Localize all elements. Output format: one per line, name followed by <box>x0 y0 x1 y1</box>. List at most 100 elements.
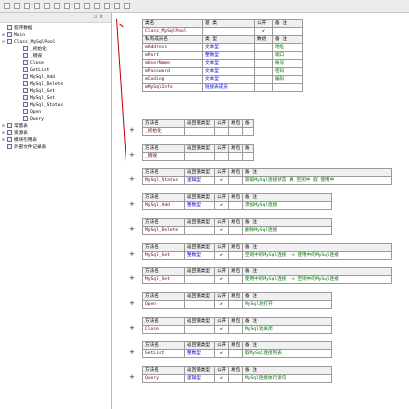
method-name-cell[interactable]: Query <box>142 374 185 383</box>
method-note-cell[interactable] <box>242 127 254 136</box>
add-param-icon[interactable]: + <box>129 226 135 233</box>
tree-node[interactable]: ⊞ Main <box>2 32 25 39</box>
method-name-cell[interactable]: MySql_Set <box>142 275 185 284</box>
var-note-cell[interactable]: 编码 <box>272 75 303 84</box>
method-return-type-cell[interactable]: 整数型 <box>184 201 215 210</box>
method-public-check[interactable]: ✔ <box>214 374 229 383</box>
tree-node[interactable]: Open <box>18 109 41 116</box>
var-row[interactable]: mPort 整数型 端口 <box>142 51 303 60</box>
var-array-cell[interactable] <box>254 59 273 68</box>
add-param-icon[interactable]: + <box>129 325 135 332</box>
method-row[interactable]: MySql_Status 逻辑型 ✔ 获取MySql连接状态 真 空闲中 假 使用中 <box>142 176 392 185</box>
tree-node[interactable]: _销毁 <box>18 53 42 60</box>
method-return-type-cell[interactable]: 逻辑型 <box>184 176 215 185</box>
bookmark-icon[interactable] <box>84 3 90 9</box>
add-param-icon[interactable]: + <box>129 152 135 159</box>
tree-node[interactable]: ⊞ 模块引用表 <box>2 137 37 144</box>
method-public-check[interactable]: ✔ <box>214 325 229 334</box>
tree-node[interactable]: MySql_Set <box>18 95 55 102</box>
add-param-icon[interactable]: + <box>129 201 135 208</box>
method-public-check[interactable]: ✔ <box>214 275 229 284</box>
method-name-cell[interactable]: MySql_Add <box>142 201 185 210</box>
add-param-icon[interactable]: + <box>129 349 135 356</box>
var-array-cell[interactable] <box>254 83 273 92</box>
method-public-check[interactable]: ✔ <box>214 176 229 185</box>
var-type-cell[interactable]: 文本型 <box>202 43 255 52</box>
tree-node[interactable]: ⊞ 常量表 <box>2 123 28 130</box>
method-return-type-cell[interactable]: 整数型 <box>184 251 215 260</box>
var-type-cell[interactable]: 整数型 <box>202 51 255 60</box>
method-public-check[interactable]: ✔ <box>214 300 229 309</box>
method-row[interactable]: MySql_Get 整数型 ✔ 空闲中的MySql连接 -> 使用中的MySql连接 <box>142 251 392 260</box>
var-array-cell[interactable] <box>254 43 273 52</box>
method-public-check[interactable]: ✔ <box>214 226 229 235</box>
var-array-cell[interactable] <box>254 51 273 60</box>
method-row[interactable]: Query 逻辑型 ✔ MySql连接执行语句 <box>142 374 332 383</box>
var-row[interactable]: mPassword 文本型 密码 <box>142 67 303 76</box>
method-note-cell[interactable]: MySql连接执行语句 <box>242 374 332 383</box>
method-row[interactable]: Open ✔ MySql池打开 <box>142 300 332 309</box>
method-row[interactable]: GetList 整数型 ✔ 取MySql连接列表 <box>142 349 332 358</box>
method-return-type-cell[interactable] <box>184 300 215 309</box>
var-note-cell[interactable]: 端口 <box>272 51 303 60</box>
method-easy-pack-cell[interactable] <box>228 349 243 358</box>
var-type-cell[interactable]: 文本型 <box>202 75 255 84</box>
method-name-cell[interactable]: MySql_Delete <box>142 226 185 235</box>
method-note-cell[interactable]: 添加MySql连接 <box>242 201 332 210</box>
class-base-cell[interactable] <box>202 27 255 36</box>
code-editor[interactable]: 类名 基 类 公开 备 注 Class_MySqlPool ✔ 私有成员名 类 … <box>126 13 409 409</box>
method-return-type-cell[interactable] <box>184 325 215 334</box>
method-row[interactable]: _销毁 <box>142 152 254 161</box>
indent-icon[interactable] <box>64 3 70 9</box>
method-note-cell[interactable]: 使用中的MySql连接 -> 空闲中的MySql连接 <box>242 275 392 284</box>
var-type-cell[interactable]: 文本型 <box>202 59 255 68</box>
method-name-cell[interactable]: GetList <box>142 349 185 358</box>
tree-node[interactable]: Query <box>18 116 44 123</box>
method-public-check[interactable]: ✔ <box>214 349 229 358</box>
class-public-check[interactable]: ✔ <box>254 27 273 36</box>
method-return-type-cell[interactable] <box>184 275 215 284</box>
outdent-icon[interactable] <box>74 3 80 9</box>
var-row[interactable]: mCoding 文本型 编码 <box>142 75 303 84</box>
var-name-cell[interactable]: mPort <box>142 51 203 60</box>
method-public-check[interactable] <box>214 152 229 161</box>
class-name-cell[interactable]: Class_MySqlPool <box>142 27 203 36</box>
method-name-cell[interactable]: MySql_Get <box>142 251 185 260</box>
method-row[interactable]: Close ✔ MySql池关闭 <box>142 325 332 334</box>
method-easy-pack-cell[interactable] <box>228 226 243 235</box>
var-row[interactable]: mAddress 文本型 地址 <box>142 43 303 52</box>
var-type-cell[interactable]: 文本型 <box>202 67 255 76</box>
step-icon[interactable] <box>104 3 110 9</box>
tree-node[interactable]: MySql_Status <box>18 102 63 109</box>
pause-icon[interactable] <box>114 3 120 9</box>
add-param-icon[interactable]: + <box>129 300 135 307</box>
redo-icon[interactable] <box>44 3 50 9</box>
var-note-cell[interactable] <box>272 83 303 92</box>
expand-toggle-icon[interactable]: ⊞ <box>2 137 6 144</box>
method-name-cell[interactable]: Close <box>142 325 185 334</box>
method-return-type-cell[interactable] <box>184 127 215 136</box>
add-param-icon[interactable]: + <box>129 127 135 134</box>
copy-icon[interactable] <box>14 3 20 9</box>
var-row[interactable]: mMySqlInfo 链接表成员 <box>142 83 303 92</box>
class-note-cell[interactable] <box>272 27 303 36</box>
method-easy-pack-cell[interactable] <box>228 127 243 136</box>
method-public-check[interactable] <box>214 127 229 136</box>
method-easy-pack-cell[interactable] <box>228 251 243 260</box>
cut-icon[interactable] <box>4 3 10 9</box>
method-easy-pack-cell[interactable] <box>228 275 243 284</box>
method-name-cell[interactable]: _初始化 <box>142 127 185 136</box>
undo-icon[interactable] <box>34 3 40 9</box>
var-array-cell[interactable] <box>254 67 273 76</box>
expand-toggle-icon[interactable]: ⊟ <box>2 39 6 46</box>
run-icon[interactable] <box>94 3 100 9</box>
tree-node[interactable]: 外部文件记录表 <box>2 144 46 151</box>
var-note-cell[interactable]: 地址 <box>272 43 303 52</box>
method-name-cell[interactable]: MySql_Status <box>142 176 185 185</box>
tree-node[interactable]: MySql_Add <box>18 74 55 81</box>
method-row[interactable]: _初始化 <box>142 127 254 136</box>
method-easy-pack-cell[interactable] <box>228 374 243 383</box>
method-note-cell[interactable]: 取MySql连接列表 <box>242 349 332 358</box>
add-param-icon[interactable]: + <box>129 275 135 282</box>
add-param-icon[interactable]: + <box>129 176 135 183</box>
